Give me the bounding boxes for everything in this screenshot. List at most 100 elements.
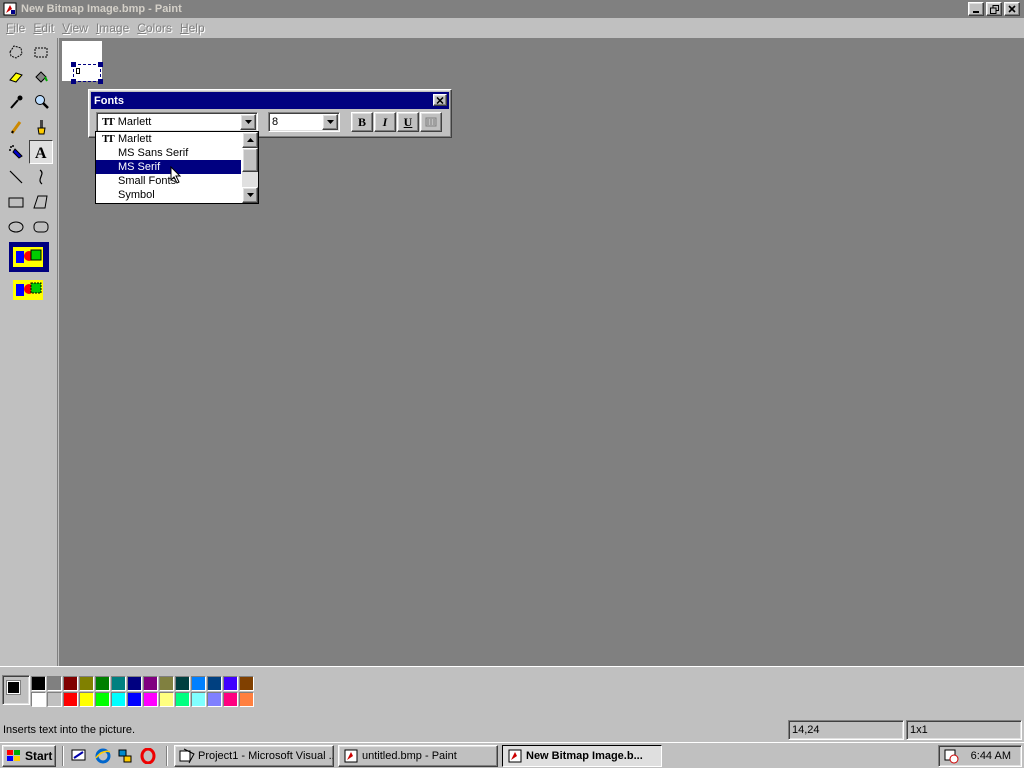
font-option-small-fonts[interactable]: Small Fonts [96, 174, 241, 188]
internet-explorer-quicklaunch[interactable] [94, 747, 112, 765]
menu-file[interactable]: File [4, 21, 31, 35]
scroll-up-button[interactable] [242, 132, 258, 148]
airbrush-tool[interactable] [4, 140, 28, 164]
palette-color-swatch[interactable] [143, 676, 158, 691]
text-tool[interactable]: A [29, 140, 53, 164]
palette-color-swatch[interactable] [47, 692, 62, 707]
font-option-symbol[interactable]: Symbol [96, 188, 241, 202]
italic-button[interactable]: I [374, 112, 396, 132]
task-button-untitled-paint[interactable]: untitled.bmp - Paint [338, 745, 498, 767]
resize-handle[interactable] [98, 62, 103, 67]
clock[interactable]: 6:44 AM [971, 750, 1011, 762]
restore-button[interactable] [986, 2, 1002, 16]
font-name-dropdown-button[interactable] [240, 114, 256, 130]
palette-color-swatch[interactable] [31, 676, 46, 691]
truetype-icon: TT [102, 116, 115, 128]
bold-button[interactable]: B [351, 112, 373, 132]
opera-quicklaunch[interactable] [139, 747, 157, 765]
polygon-tool[interactable] [29, 190, 53, 214]
eraser-tool[interactable] [4, 65, 28, 89]
vertical-text-button[interactable] [420, 112, 442, 132]
select-tool[interactable] [29, 40, 53, 64]
palette-color-swatch[interactable] [207, 676, 222, 691]
fill-tool[interactable] [29, 65, 53, 89]
palette-color-swatch[interactable] [191, 692, 206, 707]
rectangle-tool[interactable] [4, 190, 28, 214]
title-bar[interactable]: New Bitmap Image.bmp - Paint [0, 0, 1024, 18]
menu-help[interactable]: Help [178, 21, 211, 35]
current-colors-indicator[interactable] [2, 675, 30, 705]
magnifier-icon [35, 95, 49, 109]
fonts-close-button[interactable] [433, 94, 447, 106]
menu-image[interactable]: Image [94, 21, 135, 35]
underline-button[interactable]: U [397, 112, 419, 132]
palette-color-swatch[interactable] [239, 692, 254, 707]
polygon-icon [33, 195, 48, 209]
font-size-dropdown-button[interactable] [322, 114, 338, 130]
ellipse-tool[interactable] [4, 215, 28, 239]
show-desktop-quicklaunch[interactable] [70, 747, 88, 765]
text-box-frame[interactable] [71, 62, 103, 84]
minimize-button[interactable] [968, 2, 984, 16]
resize-handle[interactable] [71, 79, 76, 84]
font-size-dropdown[interactable]: 8 [268, 112, 340, 132]
paint-app-icon[interactable] [2, 1, 18, 17]
palette-color-swatch[interactable] [143, 692, 158, 707]
palette-color-swatch[interactable] [63, 692, 78, 707]
brush-tool[interactable] [29, 115, 53, 139]
font-option-ms-sans-serif[interactable]: MS Sans Serif [96, 146, 241, 160]
palette-color-swatch[interactable] [175, 692, 190, 707]
palette-color-swatch[interactable] [111, 692, 126, 707]
font-list-scrollbar[interactable] [242, 132, 258, 203]
palette-color-swatch[interactable] [175, 676, 190, 691]
font-name-dropdown[interactable]: TT Marlett [96, 112, 258, 132]
palette-color-swatch[interactable] [31, 692, 46, 707]
svg-text:A: A [35, 145, 47, 161]
free-select-tool[interactable] [4, 40, 28, 64]
status-message: Inserts text into the picture. [3, 724, 136, 736]
start-label: Start [25, 749, 53, 763]
palette-color-swatch[interactable] [79, 676, 94, 691]
resize-handle[interactable] [98, 79, 103, 84]
scheduler-icon[interactable] [943, 748, 959, 764]
palette-color-swatch[interactable] [159, 692, 174, 707]
opaque-background-option[interactable] [9, 242, 49, 272]
palette-color-swatch[interactable] [223, 692, 238, 707]
palette-color-swatch[interactable] [79, 692, 94, 707]
palette-color-swatch[interactable] [159, 676, 174, 691]
network-quicklaunch[interactable] [116, 747, 134, 765]
system-tray: 6:44 AM [938, 745, 1022, 767]
palette-color-swatch[interactable] [47, 676, 62, 691]
menu-edit[interactable]: Edit [31, 21, 60, 35]
menu-colors[interactable]: Colors [135, 21, 178, 35]
palette-color-swatch[interactable] [127, 692, 142, 707]
font-option-ms-serif[interactable]: MS Serif [96, 160, 241, 174]
palette-color-swatch[interactable] [223, 676, 238, 691]
font-option-marlett[interactable]: TT Marlett [96, 132, 241, 146]
line-tool[interactable] [4, 165, 28, 189]
palette-color-swatch[interactable] [207, 692, 222, 707]
resize-handle[interactable] [71, 62, 76, 67]
pencil-tool[interactable] [4, 115, 28, 139]
palette-color-swatch[interactable] [95, 676, 110, 691]
magnifier-tool[interactable] [29, 90, 53, 114]
rounded-rectangle-tool[interactable] [29, 215, 53, 239]
close-button[interactable] [1004, 2, 1020, 16]
palette-color-swatch[interactable] [127, 676, 142, 691]
task-button-new-bitmap-paint[interactable]: New Bitmap Image.b... [502, 745, 662, 767]
fonts-toolbar-titlebar[interactable]: Fonts [91, 92, 449, 109]
pick-color-tool[interactable] [4, 90, 28, 114]
task-button-project1[interactable]: Project1 - Microsoft Visual ... [174, 745, 334, 767]
palette-color-swatch[interactable] [95, 692, 110, 707]
scroll-thumb[interactable] [242, 148, 258, 172]
palette-color-swatch[interactable] [191, 676, 206, 691]
transparent-background-option[interactable] [9, 275, 49, 305]
palette-color-swatch[interactable] [111, 676, 126, 691]
menu-view[interactable]: View [60, 21, 94, 35]
start-button[interactable]: Start [2, 745, 56, 767]
palette-color-swatch[interactable] [239, 676, 254, 691]
scroll-down-button[interactable] [242, 187, 258, 203]
arrow-up-icon [246, 138, 254, 142]
palette-color-swatch[interactable] [63, 676, 78, 691]
curve-tool[interactable] [29, 165, 53, 189]
